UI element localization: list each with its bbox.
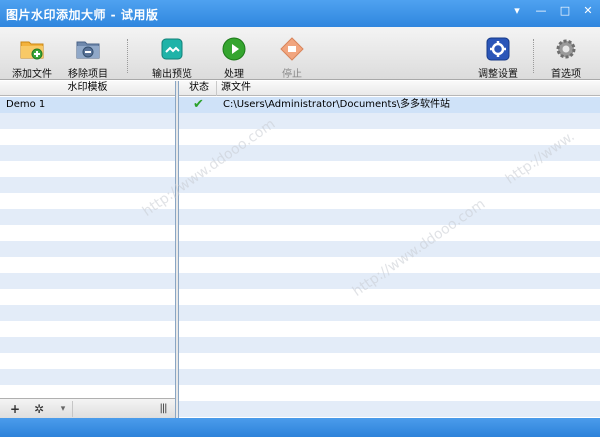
process-button[interactable]: 处理 — [214, 27, 254, 80]
add-template-button[interactable]: + — [8, 401, 22, 417]
watermark-template-panel: 水印模板 Demo 1 + ✲ ▾ ||| — [0, 81, 176, 418]
source-column-header[interactable]: 源文件 — [221, 81, 251, 95]
template-name: Demo 1 — [6, 99, 46, 110]
output-preview-button[interactable]: 输出预览 — [147, 27, 197, 80]
template-toolbar: + ✲ ▾ ||| — [0, 398, 175, 418]
stop-label: 停止 — [282, 69, 302, 80]
toolbar: 添加文件 移除项目 输出预览 处理 停止 调整设置 首选项 — [0, 27, 600, 80]
file-list-panel: 状态 源文件 ✔ C:\Users\Administrator\Document… — [179, 81, 600, 418]
remove-item-label: 移除项目 — [68, 69, 108, 80]
adjust-settings-button[interactable]: 调整设置 — [476, 27, 520, 80]
file-list-header: 状态 源文件 — [179, 81, 600, 96]
window-title: 图片水印添加大师 - 试用版 — [6, 8, 159, 22]
gear-icon[interactable]: ✲ — [32, 401, 46, 417]
check-icon: ✔ — [193, 97, 204, 112]
toolbar-separator — [533, 39, 534, 73]
settings-icon — [486, 37, 510, 61]
table-row[interactable]: ✔ C:\Users\Administrator\Documents\多多软件站 — [179, 97, 600, 113]
title-bar: 图片水印添加大师 - 试用版 ▾ — □ ✕ — [0, 0, 600, 27]
stop-icon — [280, 37, 304, 61]
chevron-down-icon[interactable]: ▾ — [58, 401, 68, 417]
status-bar — [0, 418, 600, 437]
add-file-button[interactable]: 添加文件 — [10, 27, 54, 80]
start-icon — [222, 37, 246, 61]
preview-icon — [161, 38, 183, 60]
divider — [72, 401, 73, 417]
minimize-button[interactable]: — — [531, 2, 551, 20]
template-header[interactable]: 水印模板 — [0, 81, 175, 96]
folder-remove-icon — [76, 41, 100, 59]
preferences-button[interactable]: 首选项 — [544, 27, 588, 80]
gear-icon — [556, 39, 576, 59]
folder-add-icon — [20, 41, 44, 60]
close-button[interactable]: ✕ — [578, 2, 598, 20]
stop-button[interactable]: 停止 — [272, 27, 312, 80]
source-path: C:\Users\Administrator\Documents\多多软件站 — [223, 99, 451, 110]
maximize-button[interactable]: □ — [555, 2, 575, 20]
list-item[interactable]: Demo 1 — [0, 97, 175, 113]
column-divider — [216, 81, 217, 96]
template-header-label: 水印模板 — [67, 82, 108, 93]
preferences-label: 首选项 — [551, 69, 581, 80]
file-list: ✔ C:\Users\Administrator\Documents\多多软件站 — [179, 97, 600, 418]
adjust-settings-label: 调整设置 — [478, 69, 518, 80]
process-label: 处理 — [224, 69, 244, 80]
output-preview-label: 输出预览 — [152, 69, 192, 80]
add-file-label: 添加文件 — [12, 69, 52, 80]
template-list: Demo 1 — [0, 97, 175, 418]
remove-item-button[interactable]: 移除项目 — [66, 27, 110, 80]
status-column-header[interactable]: 状态 — [189, 81, 209, 95]
columns-icon[interactable]: ||| — [154, 401, 172, 417]
toolbar-separator — [127, 39, 128, 73]
dropdown-icon[interactable]: ▾ — [507, 2, 527, 20]
